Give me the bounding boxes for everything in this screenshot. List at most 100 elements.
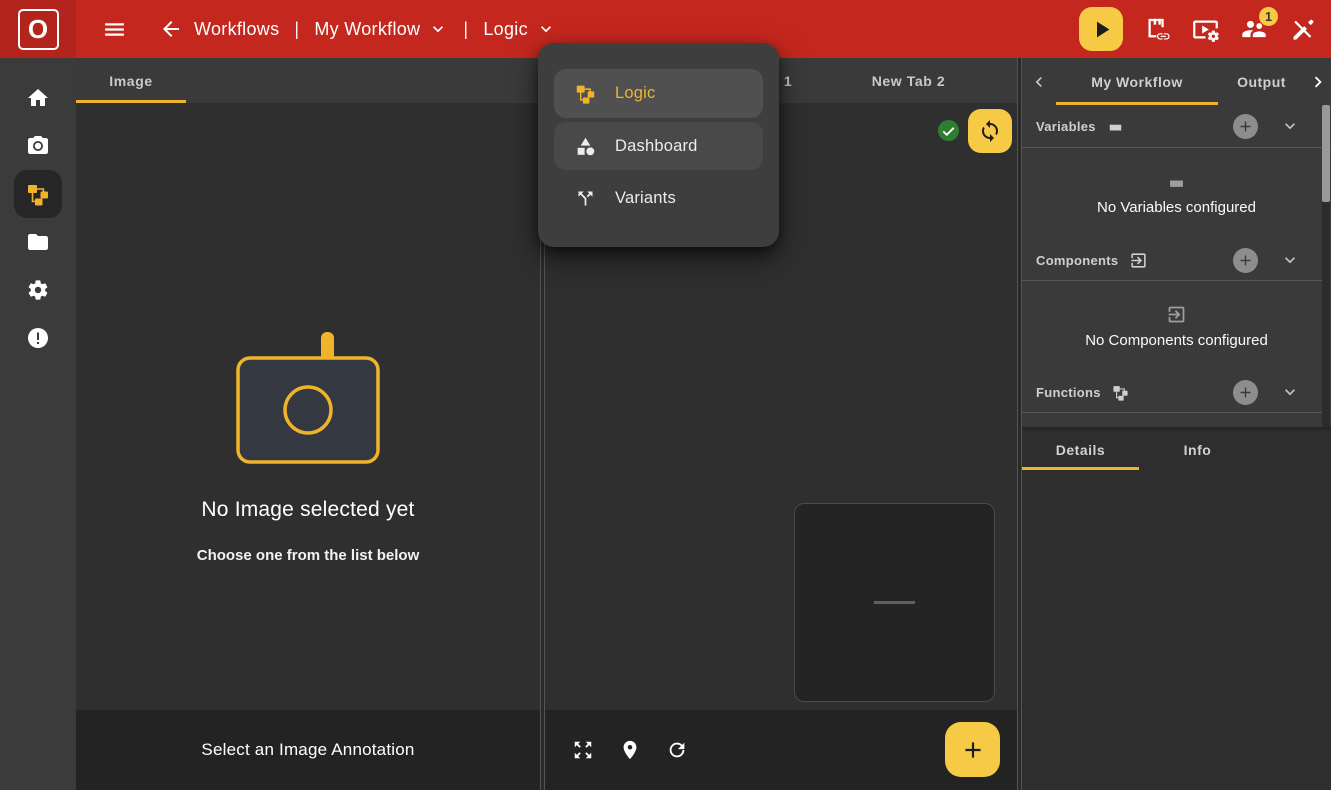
- menu-item-logic-label: Logic: [615, 84, 655, 103]
- left-nav-rail: [0, 58, 76, 790]
- image-empty-state: No Image selected yet Choose one from th…: [76, 331, 540, 564]
- workflow-icon: [26, 182, 50, 206]
- menu-item-logic[interactable]: Logic: [554, 69, 763, 118]
- menu-item-dashboard-label: Dashboard: [615, 137, 698, 156]
- variables-section-header[interactable]: Variables: [1022, 105, 1331, 147]
- app-logo[interactable]: O: [0, 0, 76, 58]
- chevron-down-icon: [1280, 382, 1300, 402]
- add-icon: [1237, 384, 1254, 401]
- components-empty-text: No Components configured: [1085, 332, 1268, 349]
- folder-icon: [26, 230, 50, 254]
- details-panel: Details Info: [1022, 430, 1331, 790]
- canvas-minimap[interactable]: [794, 503, 995, 702]
- sidebar-prev-button[interactable]: [1022, 58, 1056, 105]
- home-icon: [26, 86, 50, 110]
- tab-info[interactable]: Info: [1139, 430, 1256, 470]
- add-icon: [960, 737, 986, 763]
- play-icon: [1088, 16, 1115, 43]
- settings-icon: [26, 278, 50, 302]
- camera-icon: [26, 134, 50, 158]
- chevron-right-icon: [1307, 71, 1329, 93]
- chevron-down-icon: [1280, 250, 1300, 270]
- edit-off-icon: [1289, 16, 1316, 43]
- tab-image-label: Image: [109, 73, 152, 89]
- refresh-icon: [666, 739, 688, 761]
- right-sidebar: My Workflow Output Variables: [1022, 58, 1331, 790]
- image-viewer: No Image selected yet Choose one from th…: [76, 103, 540, 710]
- nav-cameras[interactable]: [14, 122, 62, 170]
- refresh-button[interactable]: [666, 739, 688, 761]
- view-selector[interactable]: Logic: [483, 19, 556, 40]
- workflow-selector-label: My Workflow: [314, 19, 420, 40]
- panel-splitter[interactable]: [1017, 58, 1022, 790]
- sync-button[interactable]: [968, 109, 1012, 153]
- workflow-icon: [575, 83, 596, 104]
- workflow-selector[interactable]: My Workflow: [314, 19, 448, 40]
- menu-item-dashboard[interactable]: Dashboard: [554, 122, 763, 170]
- tab-new-tab-2[interactable]: New Tab 2: [832, 58, 985, 103]
- menu-item-variants[interactable]: Variants: [554, 174, 763, 222]
- minimap-node: [874, 601, 915, 604]
- save-link-icon: [1144, 16, 1171, 43]
- logo-letter: O: [18, 9, 59, 50]
- nav-alerts[interactable]: [14, 314, 62, 362]
- tab-details-label: Details: [1056, 442, 1105, 458]
- add-function-button[interactable]: [1233, 380, 1258, 405]
- functions-label: Functions: [1036, 385, 1101, 400]
- users-button[interactable]: 1: [1240, 15, 1268, 43]
- add-node-button[interactable]: [945, 722, 1000, 777]
- no-image-title: No Image selected yet: [201, 498, 414, 522]
- add-icon: [1237, 252, 1254, 269]
- tab-my-workflow[interactable]: My Workflow: [1056, 58, 1218, 105]
- active-tab-underline: [76, 100, 186, 103]
- components-collapse-button[interactable]: [1280, 250, 1300, 270]
- chevron-left-icon: [1029, 72, 1049, 92]
- breadcrumb-separator: |: [294, 19, 299, 40]
- tab-output-label: Output: [1237, 74, 1286, 90]
- tab-my-workflow-label: My Workflow: [1091, 74, 1183, 90]
- nav-files[interactable]: [14, 218, 62, 266]
- breadcrumb-separator: |: [463, 19, 468, 40]
- image-panel-tabbar: Image: [76, 58, 540, 103]
- add-component-button[interactable]: [1233, 248, 1258, 273]
- view-dropdown-menu: Logic Dashboard Variants: [538, 43, 779, 247]
- save-link-button[interactable]: [1144, 16, 1171, 43]
- components-icon: [1166, 304, 1187, 325]
- sidebar-scrollbar-thumb[interactable]: [1322, 105, 1330, 202]
- location-button[interactable]: [619, 739, 641, 761]
- nav-settings[interactable]: [14, 266, 62, 314]
- fullscreen-icon: [572, 739, 594, 761]
- sidebar-next-button[interactable]: [1305, 58, 1331, 105]
- nav-workflows[interactable]: [14, 170, 62, 218]
- functions-collapse-button[interactable]: [1280, 382, 1300, 402]
- menu-item-variants-label: Variants: [615, 189, 676, 208]
- view-selector-label: Logic: [483, 19, 528, 40]
- sidebar-scrollbar-track: [1322, 105, 1330, 427]
- notification-badge: 1: [1259, 7, 1278, 26]
- alerts-icon: [26, 326, 50, 350]
- active-tab-underline: [1022, 467, 1139, 470]
- no-image-subtitle: Choose one from the list below: [197, 547, 420, 564]
- tab-info-label: Info: [1184, 442, 1212, 458]
- components-section-header[interactable]: Components: [1022, 240, 1331, 280]
- back-arrow-icon[interactable]: [159, 17, 183, 41]
- dashboard-icon: [575, 136, 596, 157]
- sidebar-tabbar: My Workflow Output: [1022, 58, 1331, 105]
- select-annotation-label: Select an Image Annotation: [201, 740, 414, 760]
- tab-image[interactable]: Image: [76, 58, 186, 103]
- edit-off-button[interactable]: [1289, 16, 1316, 43]
- variables-label: Variables: [1036, 119, 1096, 134]
- workflows-back-link[interactable]: Workflows: [194, 19, 279, 40]
- video-settings-button[interactable]: [1192, 16, 1219, 43]
- nav-home[interactable]: [14, 74, 62, 122]
- run-workflow-button[interactable]: [1079, 7, 1123, 51]
- tab-details[interactable]: Details: [1022, 430, 1139, 470]
- tab-output[interactable]: Output: [1218, 58, 1305, 105]
- functions-icon: [1112, 384, 1129, 401]
- functions-section-header[interactable]: Functions: [1022, 372, 1331, 412]
- variables-collapse-button[interactable]: [1280, 116, 1300, 136]
- hamburger-menu-icon[interactable]: [102, 17, 127, 42]
- fullscreen-button[interactable]: [572, 739, 594, 761]
- add-variable-button[interactable]: [1233, 114, 1258, 139]
- tab-new-tab-2-label: New Tab 2: [872, 73, 946, 89]
